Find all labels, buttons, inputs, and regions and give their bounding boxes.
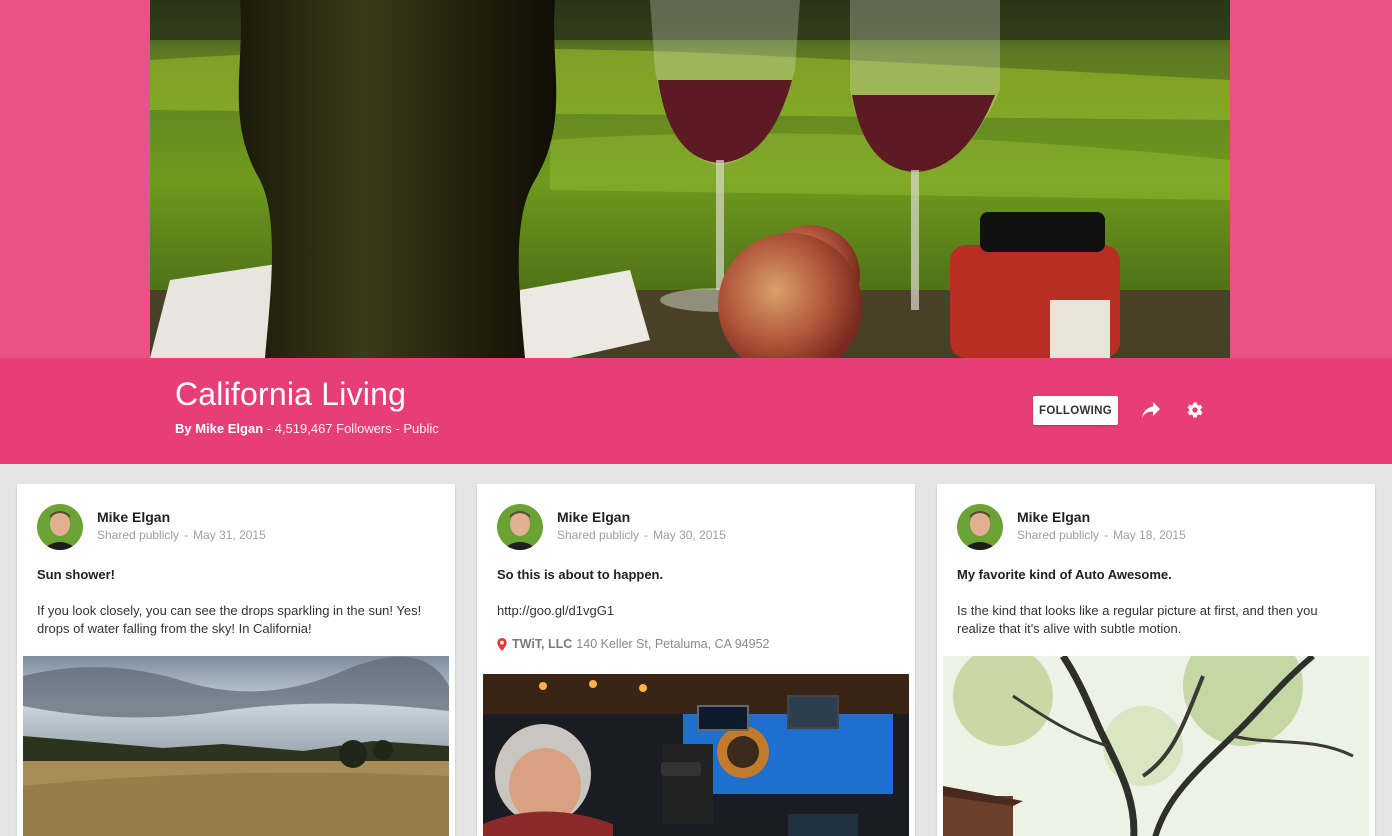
- post-card[interactable]: Mike Elgan Shared publicly - May 30, 2015 …: [477, 484, 915, 836]
- post-photo[interactable]: [943, 656, 1369, 836]
- collection-title: California Living: [175, 376, 407, 412]
- avatar[interactable]: [37, 504, 83, 550]
- avatar[interactable]: [957, 504, 1003, 550]
- post-photo[interactable]: [483, 674, 909, 836]
- post-meta: Shared publicly - May 30, 2015: [557, 528, 726, 542]
- map-pin-icon: [497, 637, 507, 651]
- meta-separator: -: [644, 528, 649, 542]
- owner-link[interactable]: By Mike Elgan: [175, 421, 263, 436]
- author-name[interactable]: Mike Elgan: [97, 509, 170, 525]
- visibility-label: Shared publicly: [97, 528, 180, 542]
- location-address: 140 Keller St, Petaluma, CA 94952: [576, 637, 770, 651]
- visibility-label: Shared publicly: [557, 528, 640, 542]
- location-name: TWiT, LLC: [512, 637, 573, 651]
- author-name[interactable]: Mike Elgan: [557, 509, 630, 525]
- post-photo[interactable]: [23, 656, 449, 836]
- visibility-label: Shared publicly: [1017, 528, 1100, 542]
- post-headline: Sun shower!: [37, 567, 116, 582]
- post-meta: Shared publicly - May 31, 2015: [97, 528, 266, 542]
- post-text: My favorite kind of Auto Awesome. Is the…: [957, 566, 1357, 638]
- post-date[interactable]: May 30, 2015: [653, 528, 726, 542]
- post-meta: Shared publicly - May 18, 2015: [1017, 528, 1186, 542]
- post-link[interactable]: http://goo.gl/d1vgG1: [497, 602, 897, 620]
- post-card[interactable]: Mike Elgan Shared publicly - May 31, 2015 …: [17, 484, 455, 836]
- post-date[interactable]: May 18, 2015: [1113, 528, 1186, 542]
- follower-count: - 4,519,467 Followers - Public: [263, 421, 439, 436]
- meta-separator: -: [1104, 528, 1109, 542]
- post-paragraph: Is the kind that looks like a regular pi…: [957, 603, 1318, 636]
- author-name[interactable]: Mike Elgan: [1017, 509, 1090, 525]
- avatar[interactable]: [497, 504, 543, 550]
- share-arrow-icon[interactable]: [1139, 398, 1163, 422]
- post-paragraph: If you look closely, you can see the dro…: [37, 603, 422, 636]
- collection-meta: By Mike Elgan - 4,519,467 Followers - Pu…: [175, 421, 439, 436]
- gear-icon[interactable]: [1183, 398, 1207, 422]
- following-button[interactable]: FOLLOWING: [1033, 396, 1118, 425]
- post-headline: My favorite kind of Auto Awesome.: [957, 567, 1172, 582]
- post-headline: So this is about to happen.: [497, 567, 664, 582]
- post-card[interactable]: Mike Elgan Shared publicly - May 18, 2015 …: [937, 484, 1375, 836]
- cover-photo: [150, 0, 1230, 358]
- post-date[interactable]: May 31, 2015: [193, 528, 266, 542]
- post-location[interactable]: TWiT, LLC 140 Keller St, Petaluma, CA 949…: [497, 637, 769, 651]
- post-text: So this is about to happen. http://goo.g…: [497, 566, 897, 620]
- meta-separator: -: [184, 528, 189, 542]
- post-text: Sun shower! If you look closely, you can…: [37, 566, 437, 638]
